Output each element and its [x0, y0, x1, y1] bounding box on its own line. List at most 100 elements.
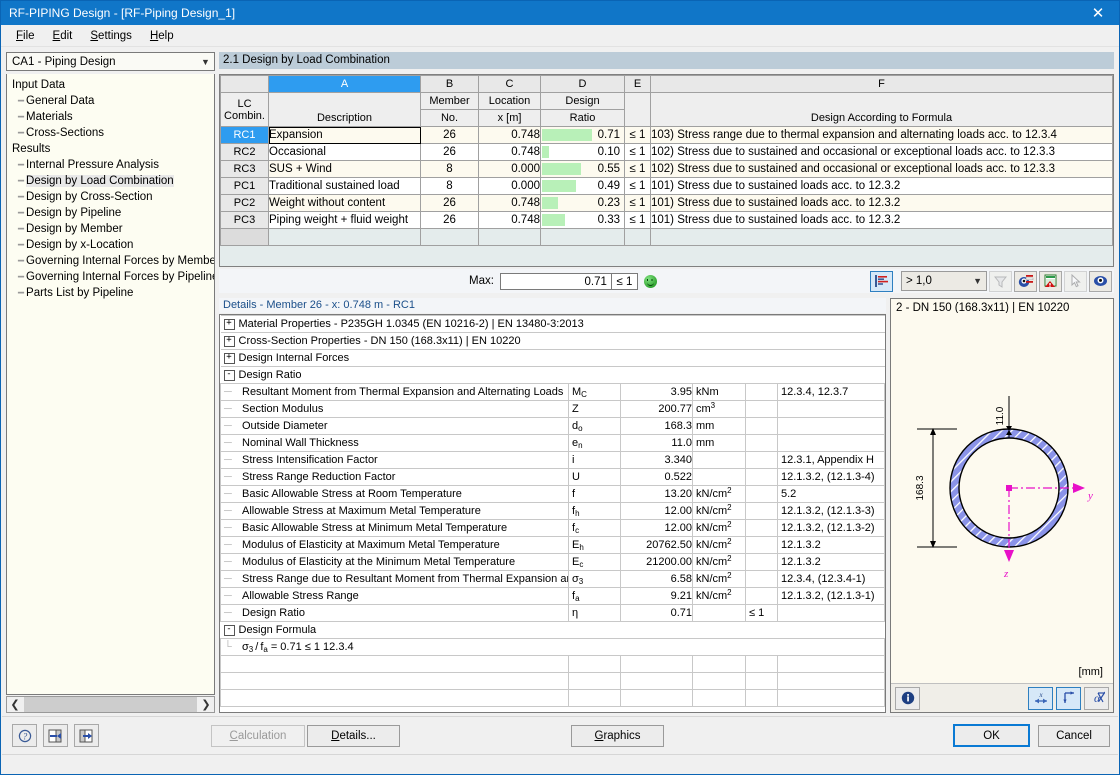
dimension-icon[interactable]: x [1028, 686, 1053, 710]
menu-item-edit[interactable]: Edit [44, 28, 82, 44]
row-description[interactable]: Occasional [268, 143, 421, 161]
tree-group-input-data[interactable]: Input Data [7, 77, 214, 93]
row-design-ratio[interactable]: 0.71 [540, 126, 625, 144]
row-formula[interactable]: 101) Stress due to sustained loads acc. … [650, 194, 1113, 212]
tree-item-design-by-member[interactable]: ━ Design by Member [7, 221, 214, 237]
row-member[interactable]: 8 [420, 177, 479, 195]
row-location[interactable]: 0.000 [478, 177, 541, 195]
menu-item-settings[interactable]: Settings [81, 28, 141, 44]
row-location[interactable]: 0.748 [478, 143, 541, 161]
expander-minus-icon[interactable]: - [223, 624, 235, 636]
row-design-ratio[interactable]: 0.10 [540, 143, 625, 161]
details-button[interactable]: Details... [307, 725, 400, 747]
details-group-design-formula[interactable]: - Design Formula [220, 621, 885, 639]
row-formula[interactable]: 103) Stress range due to thermal expansi… [650, 126, 1113, 144]
table-row[interactable]: PC2 Weight without content 26 0.748 0.23… [220, 194, 1113, 212]
details-table-container[interactable]: + Material Properties - P235GH 1.0345 (EN… [219, 314, 886, 713]
details-group-material-properties[interactable]: + Material Properties - P235GH 1.0345 (EN… [220, 315, 885, 333]
menu-item-help[interactable]: Help [141, 28, 183, 44]
details-group-design-ratio[interactable]: - Design Ratio [220, 366, 885, 384]
scroll-right-icon[interactable]: ❯ [198, 698, 214, 711]
details-group-row[interactable]: - Design Formula [220, 621, 885, 639]
table-row[interactable]: RC2 Occasional 26 0.748 0.10 ≤ 1 102) St… [220, 143, 1113, 161]
row-design-ratio[interactable]: 0.33 [540, 211, 625, 229]
row-lc[interactable]: PC1 [220, 177, 269, 195]
row-location[interactable]: 0.000 [478, 160, 541, 178]
details-group-row[interactable]: - Design Ratio [220, 366, 885, 384]
row-description[interactable]: Weight without content [268, 194, 421, 212]
details-group-cross-section-properties[interactable]: + Cross-Section Properties - DN 150 (168.… [220, 332, 885, 350]
row-lc[interactable]: PC2 [220, 194, 269, 212]
row-location[interactable]: 0.748 [478, 194, 541, 212]
details-group-row[interactable]: + Cross-Section Properties - DN 150 (168.… [220, 332, 885, 350]
tree-item-design-by-x-location[interactable]: ━ Design by x-Location [7, 237, 214, 253]
tree-item-cross-sections[interactable]: ━ Cross-Sections [7, 125, 214, 141]
previous-module-icon[interactable] [43, 724, 68, 747]
calculation-button[interactable]: Calculation [211, 725, 305, 747]
row-description[interactable]: Expansion [268, 126, 421, 144]
tree-item-general-data[interactable]: ━ General Data [7, 93, 214, 109]
tree-group-results[interactable]: Results [7, 141, 214, 157]
navigator-horizontal-scrollbar[interactable]: ❮ ❯ [6, 696, 215, 713]
excel-export-icon[interactable] [1039, 270, 1062, 292]
column-letter-f[interactable]: F [650, 75, 1113, 93]
row-lc[interactable]: RC3 [220, 160, 269, 178]
tree-item-governing-forces-pipeline[interactable]: ━ Governing Internal Forces by Pipeline [7, 269, 214, 285]
ratio-filter-dropdown[interactable]: > 1,0 ▼ [901, 271, 987, 291]
tree-item-design-by-cross-section[interactable]: ━ Design by Cross-Section [7, 189, 214, 205]
row-location[interactable]: 0.748 [478, 126, 541, 144]
row-member[interactable]: 26 [420, 126, 479, 144]
row-lc[interactable]: PC3 [220, 211, 269, 229]
help-question-icon[interactable]: ? [12, 724, 37, 747]
column-letter-b[interactable]: B [420, 75, 479, 93]
view-eye-icon[interactable] [1089, 270, 1112, 292]
row-description[interactable]: Piping weight + fluid weight [268, 211, 421, 229]
row-member[interactable]: 8 [420, 160, 479, 178]
info-icon[interactable] [895, 686, 920, 710]
pointer-select-icon[interactable] [1064, 270, 1087, 292]
close-icon[interactable]: ✕ [1077, 1, 1119, 25]
hide-dimensions-icon[interactable]: α [1084, 686, 1109, 710]
table-row[interactable]: PC1 Traditional sustained load 8 0.000 0… [220, 177, 1113, 195]
column-letter-d[interactable]: D [540, 75, 625, 93]
tree-item-design-by-load-combination[interactable]: ━ Design by Load Combination [7, 173, 214, 189]
ok-button[interactable]: OK [953, 724, 1030, 747]
graphics-button[interactable]: Graphics [571, 725, 664, 747]
next-module-icon[interactable] [74, 724, 99, 747]
row-formula[interactable]: 101) Stress due to sustained loads acc. … [650, 177, 1113, 195]
visibility-mode-icon[interactable] [1014, 270, 1037, 292]
details-group-row[interactable]: + Design Internal Forces [220, 349, 885, 367]
menu-item-file[interactable]: File [7, 28, 44, 44]
navigator-tree[interactable]: Input Data ━ General Data ━ Materials ━ Cro… [6, 74, 215, 695]
details-group-row[interactable]: + Material Properties - P235GH 1.0345 (EN… [220, 315, 885, 333]
tree-item-materials[interactable]: ━ Materials [7, 109, 214, 125]
row-formula[interactable]: 102) Stress due to sustained and occasio… [650, 160, 1113, 178]
expander-minus-icon[interactable]: - [223, 369, 235, 381]
tree-item-governing-forces-member[interactable]: ━ Governing Internal Forces by Member [7, 253, 214, 269]
expander-plus-icon[interactable]: + [223, 352, 235, 364]
column-letter-e[interactable]: E [624, 75, 651, 93]
filter-funnel-icon[interactable] [989, 270, 1012, 292]
row-design-ratio[interactable]: 0.55 [540, 160, 625, 178]
row-member[interactable]: 26 [420, 211, 479, 229]
table-row[interactable]: RC1 Expansion 26 0.748 0.71 ≤ 1 103) Str… [220, 126, 1113, 144]
row-member[interactable]: 26 [420, 194, 479, 212]
row-description[interactable]: SUS + Wind [268, 160, 421, 178]
tree-item-design-by-pipeline[interactable]: ━ Design by Pipeline [7, 205, 214, 221]
row-formula[interactable]: 102) Stress due to sustained and occasio… [650, 143, 1113, 161]
scroll-left-icon[interactable]: ❮ [7, 698, 23, 711]
tree-item-parts-list-by-pipeline[interactable]: ━ Parts List by Pipeline [7, 285, 214, 301]
case-selector-dropdown[interactable]: CA1 - Piping Design ▼ [6, 52, 215, 71]
row-design-ratio[interactable]: 0.23 [540, 194, 625, 212]
expander-plus-icon[interactable]: + [223, 335, 235, 347]
row-lc[interactable]: RC1 [220, 126, 269, 144]
row-lc[interactable]: RC2 [220, 143, 269, 161]
column-letter-a[interactable]: A [268, 75, 421, 93]
row-location[interactable]: 0.748 [478, 211, 541, 229]
tree-item-internal-pressure-analysis[interactable]: ━ Internal Pressure Analysis [7, 157, 214, 173]
row-formula[interactable]: 101) Stress due to sustained loads acc. … [650, 211, 1113, 229]
cancel-button[interactable]: Cancel [1038, 725, 1110, 747]
axis-system-icon[interactable] [1056, 686, 1081, 710]
table-row[interactable]: PC3 Piping weight + fluid weight 26 0.74… [220, 211, 1113, 229]
result-diagram-icon[interactable] [870, 270, 893, 292]
